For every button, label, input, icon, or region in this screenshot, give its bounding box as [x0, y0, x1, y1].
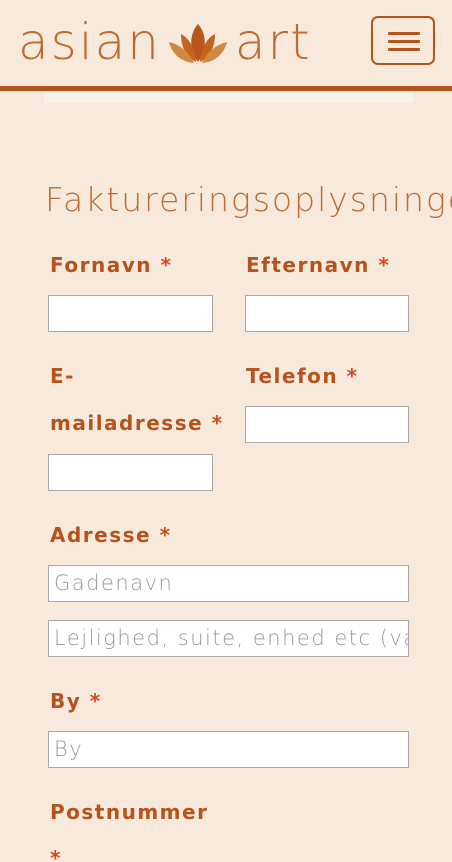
first-name-input[interactable] — [48, 295, 213, 332]
postcode-required-mark: * — [50, 846, 62, 862]
last-name-label: Efternavn * — [246, 253, 390, 277]
required-mark: * — [159, 523, 172, 547]
email-label: mailadresse * — [50, 411, 224, 435]
brand-logo[interactable]: asian art — [18, 10, 312, 74]
city-label-text: By — [50, 689, 82, 713]
required-mark: * — [211, 411, 224, 435]
address-label-text: Adresse — [50, 523, 152, 547]
street-address-placeholder: Gadenavn — [54, 571, 174, 595]
email-label-text: mailadresse — [50, 411, 204, 435]
brand-text-left: asian — [18, 13, 161, 71]
menu-toggle-button[interactable] — [371, 16, 435, 65]
required-mark: * — [160, 253, 173, 277]
phone-input[interactable] — [245, 406, 409, 443]
city-label: By * — [50, 689, 102, 713]
site-header: asian art — [0, 0, 452, 91]
last-name-label-text: Efternavn — [246, 253, 370, 277]
lotus-icon — [168, 24, 227, 63]
phone-label-text: Telefon — [246, 364, 339, 388]
city-placeholder: By — [54, 737, 84, 761]
street-address-input[interactable]: Gadenavn — [48, 565, 409, 602]
phone-label: Telefon * — [246, 364, 359, 388]
first-name-label-text: Fornavn — [50, 253, 152, 277]
required-mark: * — [89, 689, 102, 713]
email-input[interactable] — [48, 454, 213, 491]
required-mark: * — [346, 364, 359, 388]
postcode-label: Postnummer — [50, 800, 209, 824]
city-input[interactable]: By — [48, 731, 409, 768]
apartment-input[interactable]: Lejlighed, suite, enhed etc (va — [48, 620, 409, 657]
email-label-line1: E- — [50, 364, 75, 388]
address-label: Adresse * — [50, 523, 172, 547]
apartment-placeholder: Lejlighed, suite, enhed etc (va — [54, 626, 409, 650]
first-name-label: Fornavn * — [50, 253, 172, 277]
required-mark: * — [378, 253, 391, 277]
brand-text-right: art — [234, 13, 312, 71]
billing-section-title: Faktureringsoplysninger — [45, 180, 452, 219]
content-strip — [44, 91, 414, 103]
last-name-input[interactable] — [245, 295, 409, 332]
